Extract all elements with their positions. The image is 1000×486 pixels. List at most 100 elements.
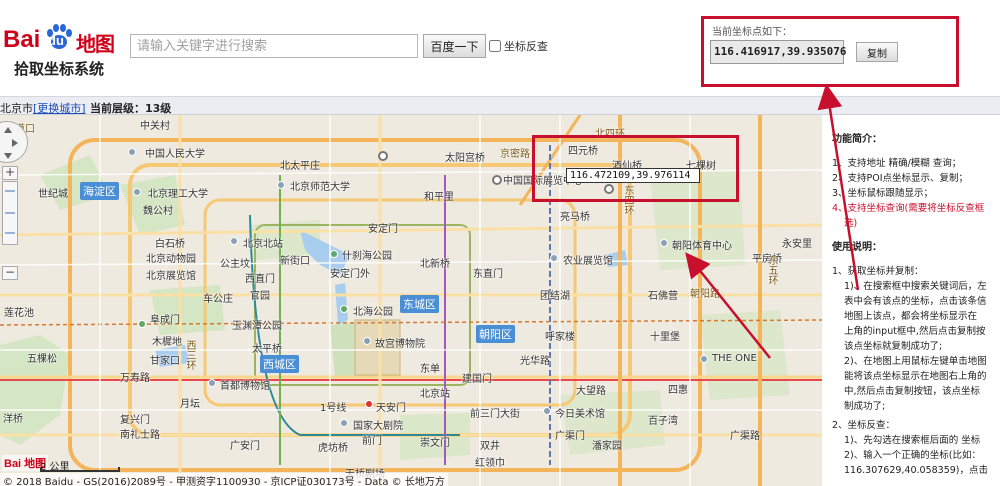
map-label: 阜成门: [150, 315, 180, 326]
baidu-map-logo[interactable]: Bai du 地图: [0, 22, 120, 56]
change-city-link[interactable]: [更换城市]: [33, 102, 86, 115]
usage-item: 116.307629,40.058359)，点击: [844, 465, 989, 476]
district-haidian[interactable]: 海淀区: [80, 182, 119, 200]
map-navigation-control: + −: [0, 121, 28, 281]
pan-control[interactable]: [0, 121, 28, 163]
map-label: 北京展览馆: [146, 271, 196, 282]
map-label: 玉渊潭公园: [232, 321, 282, 332]
usage-item: 表中会有该点的坐标，点击该条信: [844, 296, 987, 307]
map-label: 和平里: [424, 192, 454, 203]
zoom-tick: [5, 190, 15, 192]
map-label: 崇文门: [420, 438, 450, 449]
interchange-marker: [492, 175, 502, 185]
road-label: 东五环: [766, 255, 777, 285]
map-label: 北京北站: [243, 239, 283, 250]
search-button[interactable]: 百度一下: [423, 34, 486, 58]
map-label: 洋桥: [3, 414, 23, 425]
map-label: 复兴门: [120, 415, 150, 426]
district-chaoyang[interactable]: 朝阳区: [476, 325, 515, 343]
map-label: 东单: [420, 364, 440, 375]
poi-marker[interactable]: [550, 254, 558, 262]
map-label: 1号线: [320, 403, 347, 414]
map-label: 广渠路: [730, 431, 760, 442]
map-label: 北京站: [420, 389, 450, 400]
feature-item: 1、支持地址 精确/模糊 查询；: [832, 158, 962, 169]
usage-item: 1)、先勾选在搜索框后面的 坐标: [844, 435, 981, 446]
feature-item: 3、坐标鼠标跟随显示；: [832, 188, 934, 199]
tiananmen-marker[interactable]: [365, 400, 373, 408]
zoom-slider-track[interactable]: [2, 181, 18, 245]
poi-marker[interactable]: [660, 239, 668, 247]
status-bar: 北京市[更换城市] 当前层级：13级: [0, 96, 1000, 115]
map-label: 白石桥: [155, 239, 185, 250]
map-label: 石佛营: [648, 291, 678, 302]
poi-marker[interactable]: [128, 148, 136, 156]
interchange-marker: [378, 151, 388, 161]
map-label: 万寿路: [120, 373, 150, 384]
map-label: 月坛: [180, 399, 200, 410]
map-label: 北新桥: [420, 259, 450, 270]
usage-item: 制成功了;: [844, 401, 886, 412]
poi-marker[interactable]: [330, 250, 338, 258]
reverse-lookup-checkbox[interactable]: [489, 40, 501, 52]
map-label: 木樨地: [152, 337, 182, 348]
map-label: 太平桥: [252, 344, 282, 355]
map-label: 车公庄: [203, 294, 233, 305]
poi-marker[interactable]: [543, 407, 551, 415]
info-panel: 功能简介： 1、支持地址 精确/模糊 查询； 2、支持POI点坐标显示、复制； …: [822, 115, 1000, 486]
map-label: 首都博物馆: [220, 381, 270, 392]
map-label: 红领巾: [475, 458, 505, 469]
search-input[interactable]: [130, 34, 418, 58]
map-label: 大望路: [576, 386, 606, 397]
map-label: 北海公园: [353, 307, 393, 318]
poi-marker[interactable]: [230, 237, 238, 245]
map-label: 亮马桥: [560, 212, 590, 223]
map-label: 安定门外: [330, 269, 370, 280]
map-label: 公主坟: [220, 259, 250, 270]
map-label: 四惠: [668, 385, 688, 396]
usage-item: 该点坐标就复制成功了;: [844, 341, 943, 352]
feature-item: 4、支持坐标查询(需要将坐标反查框: [832, 203, 985, 214]
poi-marker[interactable]: [340, 419, 348, 427]
map-label: 什刹海公园: [342, 251, 392, 262]
usage-item: 2)、在地图上用鼠标左键单击地图: [844, 356, 987, 367]
poi-marker[interactable]: [208, 379, 216, 387]
copy-button[interactable]: 复制: [856, 42, 898, 62]
feature-item: 选): [844, 218, 858, 229]
zoom-level-indicator: 当前层级：13级: [90, 102, 172, 115]
map-label: 太阳宫桥: [445, 153, 485, 164]
poi-marker[interactable]: [133, 188, 141, 196]
cursor-coordinate-tooltip: 116.472109,39.976114: [566, 168, 700, 183]
district-xicheng[interactable]: 西城区: [260, 355, 299, 373]
poi-marker[interactable]: [138, 320, 146, 328]
map-label: 官园: [250, 291, 270, 302]
map-label: 东直门: [473, 269, 503, 280]
district-dongcheng[interactable]: 东城区: [400, 295, 439, 313]
reverse-lookup-toggle[interactable]: 坐标反查: [489, 38, 548, 54]
poi-marker[interactable]: [700, 355, 708, 363]
usage-item: 2)、输入一个正确的坐标(比如：: [844, 450, 981, 461]
map-label: 北京师范大学: [290, 182, 350, 193]
map-label: 虎坊桥: [318, 443, 348, 454]
map-label: 广渠门: [555, 431, 585, 442]
map-label: 今日美术馆: [555, 409, 605, 420]
map-label: 北京动物园: [146, 254, 196, 265]
poi-marker[interactable]: [277, 181, 285, 189]
map-label: THE ONE: [712, 353, 757, 364]
map-label: 十里堡: [650, 332, 680, 343]
map-label: 北京理工大学: [148, 189, 208, 200]
road-label: 西三环: [184, 340, 195, 370]
map-label: 光华路: [520, 356, 550, 367]
coordinate-label: 当前坐标点如下：: [712, 27, 792, 38]
city-indicator: 北京市[更换城市]: [0, 100, 86, 116]
poi-marker[interactable]: [340, 305, 348, 313]
coordinate-value-field[interactable]: 116.416917,39.935076: [710, 40, 846, 64]
map-label: 团结湖: [540, 291, 570, 302]
map-label: 朝阳体育中心: [672, 241, 732, 252]
map-canvas[interactable]: 海淀区 东城区 西城区 朝阳区 中关村 中国人民大学 北太平庄 北京师范大学 太…: [0, 115, 822, 486]
zoom-in-button[interactable]: +: [2, 166, 18, 180]
map-label: 广安门: [230, 441, 260, 452]
map-label: 安定门: [368, 224, 398, 235]
zoom-out-button[interactable]: −: [2, 266, 18, 280]
poi-marker[interactable]: [363, 337, 371, 345]
